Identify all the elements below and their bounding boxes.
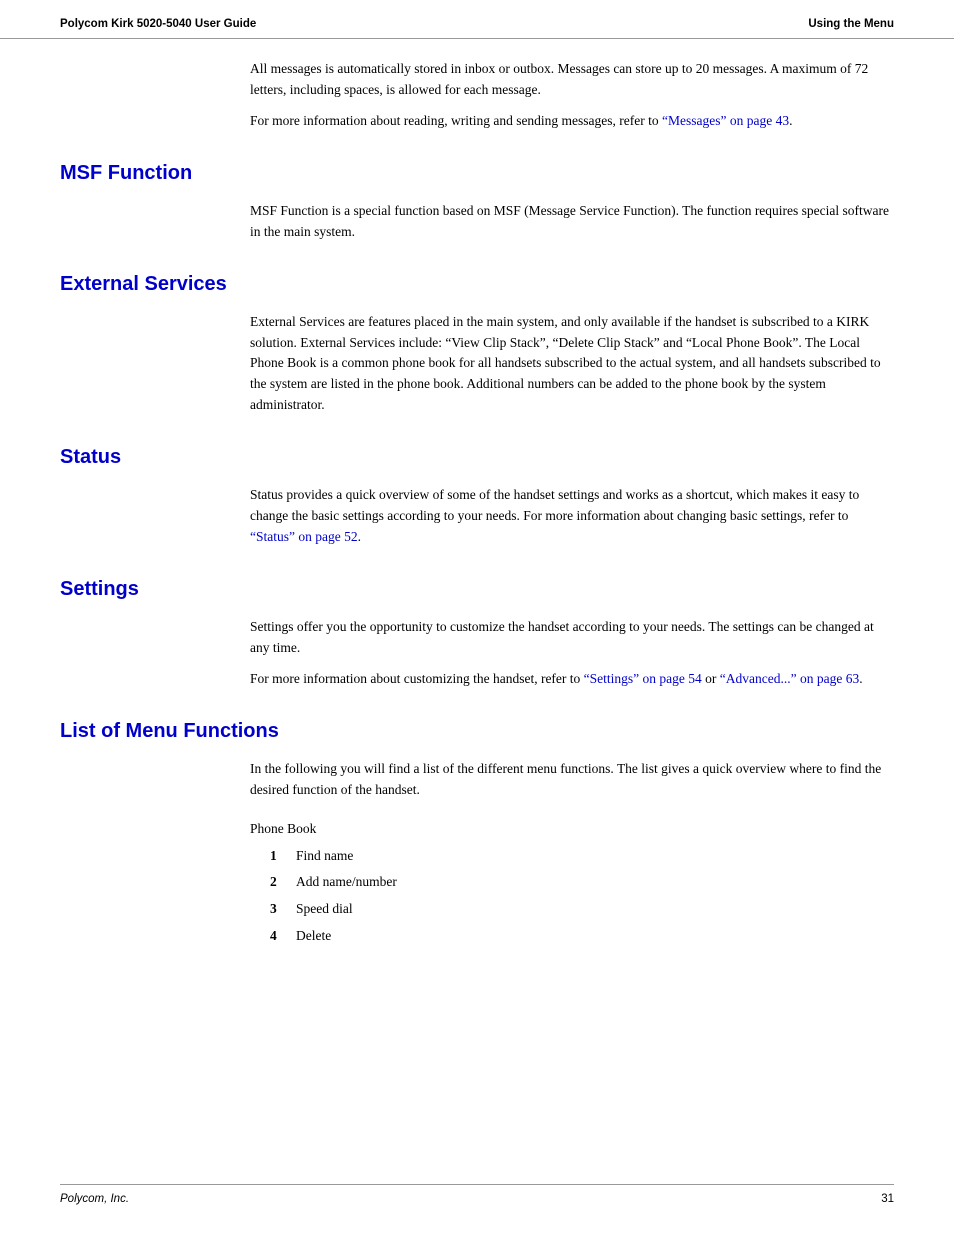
messages-link[interactable]: “Messages” on page 43: [662, 113, 789, 128]
settings-para1: Settings offer you the opportunity to cu…: [250, 617, 894, 659]
section-status: Status Status provides a quick overview …: [60, 446, 894, 548]
menu-items-list: 1 Find name 2 Add name/number 3 Speed di…: [270, 846, 894, 948]
msf-function-body: MSF Function is a special function based…: [250, 201, 894, 243]
item-num-2: 2: [270, 872, 290, 893]
status-para1-start: Status provides a quick overview of some…: [250, 487, 859, 523]
list-menu-functions-heading: List of Menu Functions: [60, 720, 894, 743]
status-link[interactable]: “Status” on page 52: [250, 529, 358, 544]
item-num-1: 1: [270, 846, 290, 867]
section-settings: Settings Settings offer you the opportun…: [60, 578, 894, 690]
intro-block: All messages is automatically stored in …: [250, 59, 894, 132]
status-heading: Status: [60, 446, 894, 469]
item-text-3: Speed dial: [296, 899, 353, 920]
list-item: 2 Add name/number: [270, 872, 894, 893]
intro-para2-end: .: [789, 113, 792, 128]
settings-para2-mid: or: [702, 671, 720, 686]
list-menu-functions-body: In the following you will find a list of…: [250, 759, 894, 801]
list-item: 1 Find name: [270, 846, 894, 867]
item-text-1: Find name: [296, 846, 353, 867]
settings-heading: Settings: [60, 578, 894, 601]
item-text-2: Add name/number: [296, 872, 397, 893]
footer-company: Polycom, Inc.: [60, 1193, 129, 1205]
main-content: All messages is automatically stored in …: [0, 39, 954, 1033]
section-list-menu-functions: List of Menu Functions In the following …: [60, 720, 894, 947]
item-num-4: 4: [270, 926, 290, 947]
list-item: 3 Speed dial: [270, 899, 894, 920]
status-body: Status provides a quick overview of some…: [250, 485, 894, 548]
phone-book-label: Phone Book: [250, 819, 894, 840]
status-para1-end: .: [358, 529, 361, 544]
settings-para2-start: For more information about customizing t…: [250, 671, 584, 686]
intro-para2-start: For more information about reading, writ…: [250, 113, 662, 128]
page: Polycom Kirk 5020-5040 User Guide Using …: [0, 0, 954, 1235]
advanced-link[interactable]: “Advanced...” on page 63: [720, 671, 859, 686]
footer-page-number: 31: [881, 1193, 894, 1205]
intro-para1: All messages is automatically stored in …: [250, 59, 894, 101]
settings-para2: For more information about customizing t…: [250, 669, 894, 690]
header-title-right: Using the Menu: [808, 18, 894, 30]
header-title-left: Polycom Kirk 5020-5040 User Guide: [60, 18, 256, 30]
intro-para2: For more information about reading, writ…: [250, 111, 894, 132]
external-services-heading: External Services: [60, 273, 894, 296]
list-item: 4 Delete: [270, 926, 894, 947]
msf-function-heading: MSF Function: [60, 162, 894, 185]
page-footer: Polycom, Inc. 31: [60, 1184, 894, 1205]
section-external-services: External Services External Services are …: [60, 273, 894, 417]
settings-body: Settings offer you the opportunity to cu…: [250, 617, 894, 690]
list-menu-intro: In the following you will find a list of…: [250, 759, 894, 801]
external-services-para1: External Services are features placed in…: [250, 312, 894, 417]
settings-link[interactable]: “Settings” on page 54: [584, 671, 702, 686]
item-text-4: Delete: [296, 926, 331, 947]
item-num-3: 3: [270, 899, 290, 920]
settings-para2-end: .: [859, 671, 862, 686]
status-para1: Status provides a quick overview of some…: [250, 485, 894, 548]
msf-function-para1: MSF Function is a special function based…: [250, 201, 894, 243]
external-services-body: External Services are features placed in…: [250, 312, 894, 417]
section-msf-function: MSF Function MSF Function is a special f…: [60, 162, 894, 243]
page-header: Polycom Kirk 5020-5040 User Guide Using …: [0, 0, 954, 39]
